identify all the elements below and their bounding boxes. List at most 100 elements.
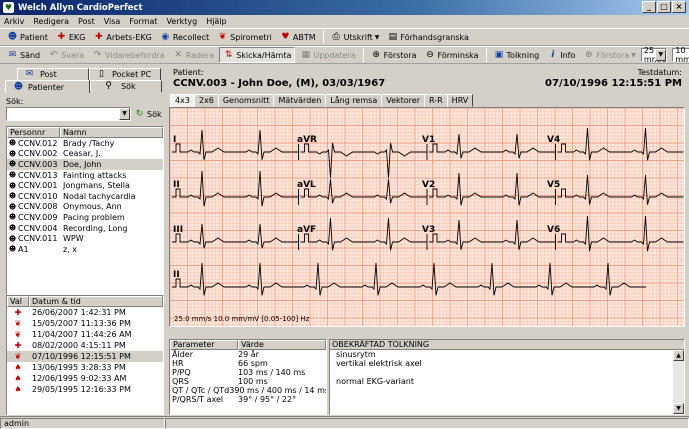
tab-vektorer[interactable]: Vektorer <box>381 94 425 107</box>
arbets-ekg-button[interactable]: ✚ Arbets-EKG <box>90 29 154 45</box>
tab-sok[interactable]: ⚲ Sök <box>90 80 162 92</box>
vidarebefordra-button[interactable]: ↷ Vidarebefordra <box>89 47 168 63</box>
search-input[interactable]: ▼ <box>6 107 131 121</box>
column-namn[interactable]: Namn <box>60 127 163 138</box>
speed-select[interactable]: 25 mm/s▼ <box>640 46 668 64</box>
patient-row[interactable]: ☻ CCNV.013 Fainting attacks <box>7 170 163 181</box>
info-button[interactable]: i Info <box>544 47 578 63</box>
patient-id: CCNV.011 <box>18 234 58 244</box>
ekg-button[interactable]: ✚ EKG <box>53 29 89 45</box>
record-date: 29/05/1995 12:16:33 PM <box>32 385 131 394</box>
forhandsgranska-button[interactable]: ▤ Förhandsgranska <box>384 29 472 45</box>
sand-button[interactable]: ✉ Sänd <box>4 47 43 63</box>
skicka-hamta-button[interactable]: ⇅ Skicka/Hämta <box>219 47 296 63</box>
svara-button[interactable]: ↶ Svara <box>45 47 87 63</box>
forminska-button[interactable]: ⊖ Förminska <box>422 47 482 63</box>
tab-pocket-pc[interactable]: ▯ Pocket PC <box>89 68 161 80</box>
record-row[interactable]: ♠ 13/06/1995 3:28:33 PM <box>7 362 163 373</box>
maximize-button[interactable]: □ <box>657 1 671 13</box>
lead-label: V3 <box>422 225 435 235</box>
patient-icon: ☻ <box>8 149 17 158</box>
search-button[interactable]: ↻ Sök <box>134 107 162 121</box>
interpretation-scrollbar[interactable]: ▲ ▼ <box>673 350 684 414</box>
patient-row[interactable]: ☻ CCNV.004 Recording, Long <box>7 223 163 234</box>
pda-icon: ▯ <box>99 69 104 79</box>
record-row[interactable]: ♠ 12/06/1995 9:02:33 AM <box>7 373 163 384</box>
tab-4x3[interactable]: 4x3 <box>170 94 195 107</box>
patient-row[interactable]: ☻ CCNV.003 Doe, John <box>7 159 163 170</box>
close-button[interactable]: × <box>672 1 686 13</box>
zoom-out-icon: ⊖ <box>426 49 434 60</box>
menu-verktyg[interactable]: Verktyg <box>167 17 198 26</box>
record-date: 13/06/1995 3:28:33 PM <box>32 363 126 372</box>
tab-post[interactable]: ✉ Post <box>17 68 89 80</box>
menu-hjalp[interactable]: Hjälp <box>206 17 226 26</box>
menu-redigera[interactable]: Redigera <box>33 17 69 26</box>
patient-id: CCNV.009 <box>18 212 58 222</box>
patient-row[interactable]: ☻ CCNV.001 Jongmans, Stella <box>7 180 163 191</box>
patient-row[interactable]: ☻ CCNV.009 Pacing problem <box>7 212 163 223</box>
tolkning-button[interactable]: ▣ Tolkning <box>491 47 543 63</box>
tab-2x6[interactable]: 2x6 <box>193 94 219 107</box>
gain-select[interactable]: 10 mm/mV <box>672 46 689 64</box>
parameter-row: P/QRS/T axel 39° / 95° / 22° <box>170 395 326 404</box>
record-row[interactable]: ❦ 07/10/1996 12:15:51 PM <box>7 351 163 362</box>
forstora-disabled-button[interactable]: ⊕ Förstora ▼ <box>580 47 639 63</box>
tab-lang-remsa[interactable]: Lång remsa <box>325 94 383 107</box>
tab-r-r[interactable]: R-R <box>423 94 448 107</box>
toolbar-separator <box>322 30 324 44</box>
parameter-table: Parameter Värde Ålder 29 år HR 66 spm P/PQ 10… <box>169 339 327 415</box>
menu-arkiv[interactable]: Arkiv <box>4 17 24 26</box>
record-row[interactable]: ❦ 15/05/2007 11:13:36 PM <box>7 318 163 329</box>
forstora-button[interactable]: ⊕ Förstora <box>368 47 420 63</box>
record-date: 07/10/1996 12:15:51 PM <box>32 352 131 361</box>
patient-row[interactable]: ☻ CCNV.010 Nodal tachycardia <box>7 191 163 202</box>
parameter-value: 103 ms / 140 ms <box>238 368 306 377</box>
tab-patienter[interactable]: ☻ Patienter <box>5 80 90 93</box>
utskrift-button[interactable]: ⎙ Utskrift ▼ <box>328 29 383 45</box>
menu-format[interactable]: Format <box>129 17 157 26</box>
zoom-in-icon: ⊕ <box>585 49 593 60</box>
app-heart-icon: ♥ <box>3 2 14 13</box>
column-varde[interactable]: Värde <box>238 340 326 350</box>
parameter-name: P/QRS/T axel <box>172 395 224 404</box>
patient-button[interactable]: ☻ Patient <box>4 29 51 45</box>
interpretation-box[interactable]: OBEKRÄFTAD TOLKNING sinusrytm vertikal el… <box>329 339 685 415</box>
patient-row[interactable]: ☻ A1 z, x <box>7 244 163 255</box>
abtm-button[interactable]: ♥ ABTM <box>277 29 319 45</box>
window-title: Welch Allyn CardioPerfect <box>18 2 143 13</box>
ecg-view[interactable]: I aVR V1 V4 II aVL V2 V5 III aVF V3 V6 I… <box>169 107 685 327</box>
column-val[interactable]: Val <box>7 296 29 307</box>
minimize-button[interactable]: _ <box>642 1 656 13</box>
menu-bar: Arkiv Redigera Post Visa Format Verktyg … <box>0 15 689 28</box>
record-row[interactable]: ♠ 29/05/1995 12:16:33 PM <box>7 384 163 395</box>
patient-icon: ☻ <box>8 234 17 243</box>
delete-icon: ✕ <box>174 49 182 60</box>
scroll-up-icon[interactable]: ▲ <box>673 350 684 361</box>
lungs-icon: ❦ <box>218 31 227 42</box>
tab-hrv[interactable]: HRV <box>446 94 474 107</box>
record-row[interactable]: ✚ 26/06/2007 1:42:31 PM <box>7 307 163 318</box>
patient-id: CCNV.012 <box>18 138 58 148</box>
column-parameter[interactable]: Parameter <box>170 340 238 350</box>
tab-matvarden[interactable]: Mätvärden <box>273 94 327 107</box>
record-row[interactable]: ✚ 08/02/2000 4:15:11 PM <box>7 340 163 351</box>
radera-button[interactable]: ✕ Radera <box>170 47 217 63</box>
patient-row[interactable]: ☻ CCNV.008 Onymous, Ann <box>7 202 163 213</box>
column-personnr[interactable]: Personnr <box>7 127 60 138</box>
column-datum[interactable]: Datum & tid <box>29 296 163 307</box>
patient-row[interactable]: ☻ CCNV.011 WPW <box>7 233 163 244</box>
patient-name-cell: Recording, Long <box>63 223 128 233</box>
patient-row[interactable]: ☻ CCNV.012 Brady /Tachy <box>7 138 163 149</box>
uppdatera-button[interactable]: ▦ Uppdatera <box>297 47 358 63</box>
menu-visa[interactable]: Visa <box>104 17 121 26</box>
tab-genomsnitt[interactable]: Genomsnitt <box>217 94 275 107</box>
recollect-button[interactable]: ◉ Recollect <box>157 29 212 45</box>
patient-row[interactable]: ☻ CCNV.002 Ceasar, J. <box>7 149 163 160</box>
record-row[interactable]: ❦ 11/04/2007 11:44:26 AM <box>7 329 163 340</box>
spirometri-button[interactable]: ❦ Spirometri <box>214 29 275 45</box>
scroll-down-icon[interactable]: ▼ <box>673 403 684 414</box>
person-icon: ☻ <box>13 81 24 92</box>
patient-name-cell: Onymous, Ann <box>63 202 122 212</box>
menu-post[interactable]: Post <box>78 17 95 26</box>
